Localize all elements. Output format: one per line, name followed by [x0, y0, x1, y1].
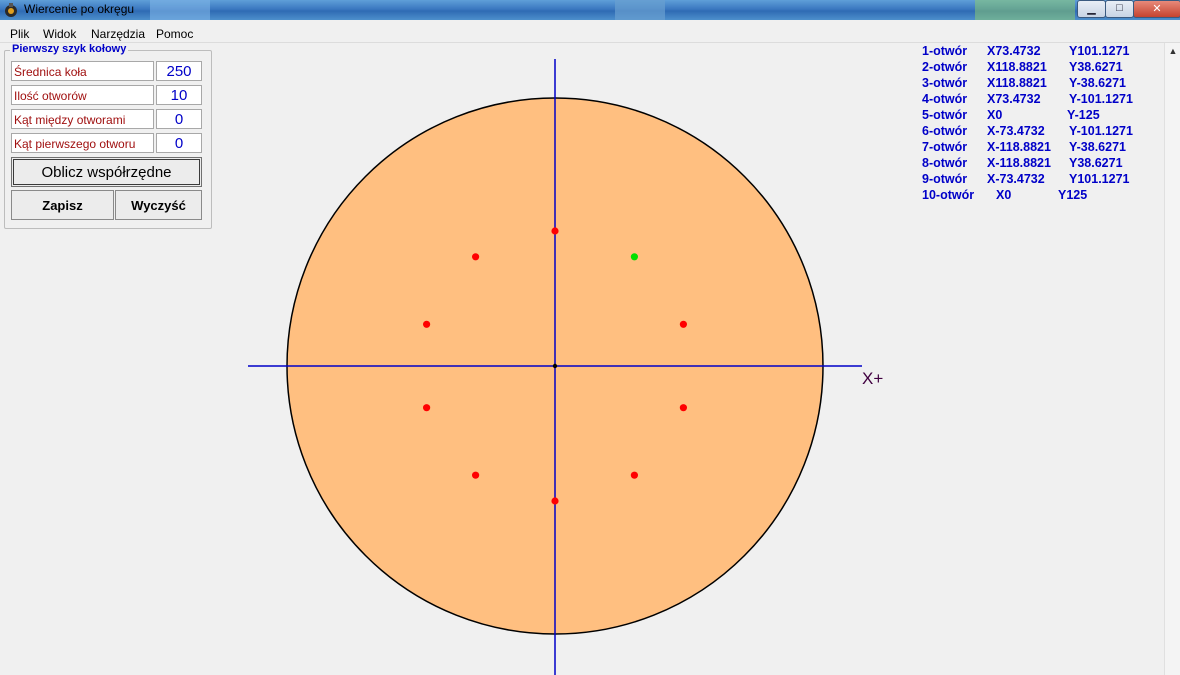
coordinate-list: 1-otwór X73.4732 Y101.1271 2-otwór X118.8821…	[922, 44, 1162, 204]
coordinate-y: Y-38.6271	[1069, 76, 1126, 90]
coordinate-row: 7-otwór X-118.8821 Y-38.6271	[922, 140, 1162, 156]
angle-between-label: Kąt między otworami	[11, 109, 154, 129]
hole-marker	[630, 471, 639, 479]
coordinate-y: Y-125	[1067, 108, 1100, 122]
coordinate-row: 4-otwór X73.4732 Y-101.1271	[922, 92, 1162, 108]
group-title: Pierwszy szyk kołowy	[10, 43, 129, 55]
coordinate-name: 3-otwór	[922, 76, 968, 90]
coordinate-y: Y101.1271	[1069, 44, 1130, 58]
vertical-scrollbar[interactable]: ▲	[1164, 43, 1180, 675]
coordinate-x: X0	[996, 188, 1012, 202]
coordinate-name: 1-otwór	[922, 44, 968, 58]
coordinate-x: X0	[987, 108, 1003, 122]
coordinate-row: 9-otwór X-73.4732 Y101.1271	[922, 172, 1162, 188]
hole-marker	[551, 497, 559, 505]
coordinate-y: Y125	[1058, 188, 1088, 202]
coordinate-x: X118.8821	[987, 76, 1047, 90]
save-button[interactable]: Zapisz	[11, 190, 114, 220]
center-point	[552, 363, 558, 369]
hole-marker	[679, 320, 688, 328]
first-hole-angle-label: Kąt pierwszego otworu	[11, 133, 154, 153]
diameter-label: Średnica koła	[11, 61, 154, 81]
coordinate-name: 7-otwór	[922, 140, 968, 154]
coordinate-x: X-73.4732	[987, 172, 1045, 186]
coordinate-name: 10-otwór	[922, 188, 975, 202]
hole-marker	[472, 471, 480, 479]
hole-count-input[interactable]: 10	[156, 85, 202, 105]
coordinate-x: X-118.8821	[987, 156, 1051, 170]
hole-count-label: Ilość otworów	[11, 85, 154, 105]
coordinate-x: X118.8821	[987, 60, 1047, 74]
coordinate-name: 6-otwór	[922, 124, 968, 138]
coordinate-y: Y-101.1271	[1069, 124, 1133, 138]
hole-marker	[472, 253, 480, 261]
coordinate-row: 6-otwór X-73.4732 Y-101.1271	[922, 124, 1162, 140]
coordinate-x: X-118.8821	[987, 140, 1051, 154]
first-hole-angle-input[interactable]: 0	[156, 133, 202, 153]
coordinate-row: 5-otwór X0 Y-125	[922, 108, 1162, 124]
hole-marker	[630, 253, 639, 261]
coordinate-name: 8-otwór	[922, 156, 968, 170]
coordinate-y: Y-38.6271	[1069, 140, 1126, 154]
coordinate-name: 4-otwór	[922, 92, 968, 106]
coordinate-row: 2-otwór X118.8821 Y38.6271	[922, 60, 1162, 76]
hole-marker	[679, 404, 688, 412]
coordinate-row: 1-otwór X73.4732 Y101.1271	[922, 44, 1162, 60]
coordinate-x: X73.4732	[987, 92, 1041, 106]
coordinate-row: 8-otwór X-118.8821 Y38.6271	[922, 156, 1162, 172]
coordinate-name: 2-otwór	[922, 60, 968, 74]
coordinate-row: 3-otwór X118.8821 Y-38.6271	[922, 76, 1162, 92]
coordinate-x: X73.4732	[987, 44, 1041, 58]
coordinate-row: 10-otwór X0 Y125	[922, 188, 1162, 204]
coordinate-x: X-73.4732	[987, 124, 1045, 138]
hole-marker	[551, 227, 559, 235]
coordinate-y: Y101.1271	[1069, 172, 1130, 186]
coordinate-y: Y-101.1271	[1069, 92, 1133, 106]
clear-button[interactable]: Wyczyść	[115, 190, 202, 220]
coordinate-name: 5-otwór	[922, 108, 968, 122]
angle-between-input[interactable]: 0	[156, 109, 202, 129]
scroll-up-arrow-icon[interactable]: ▲	[1165, 43, 1180, 59]
coordinate-name: 9-otwór	[922, 172, 968, 186]
coordinate-y: Y38.6271	[1069, 156, 1123, 170]
calculate-coordinates-button[interactable]: Oblicz współrzędne	[11, 157, 202, 187]
coordinate-y: Y38.6271	[1069, 60, 1123, 74]
hole-marker	[423, 320, 431, 328]
x-axis-label: X+	[862, 369, 883, 388]
hole-marker	[423, 404, 431, 412]
diameter-input[interactable]: 250	[156, 61, 202, 81]
